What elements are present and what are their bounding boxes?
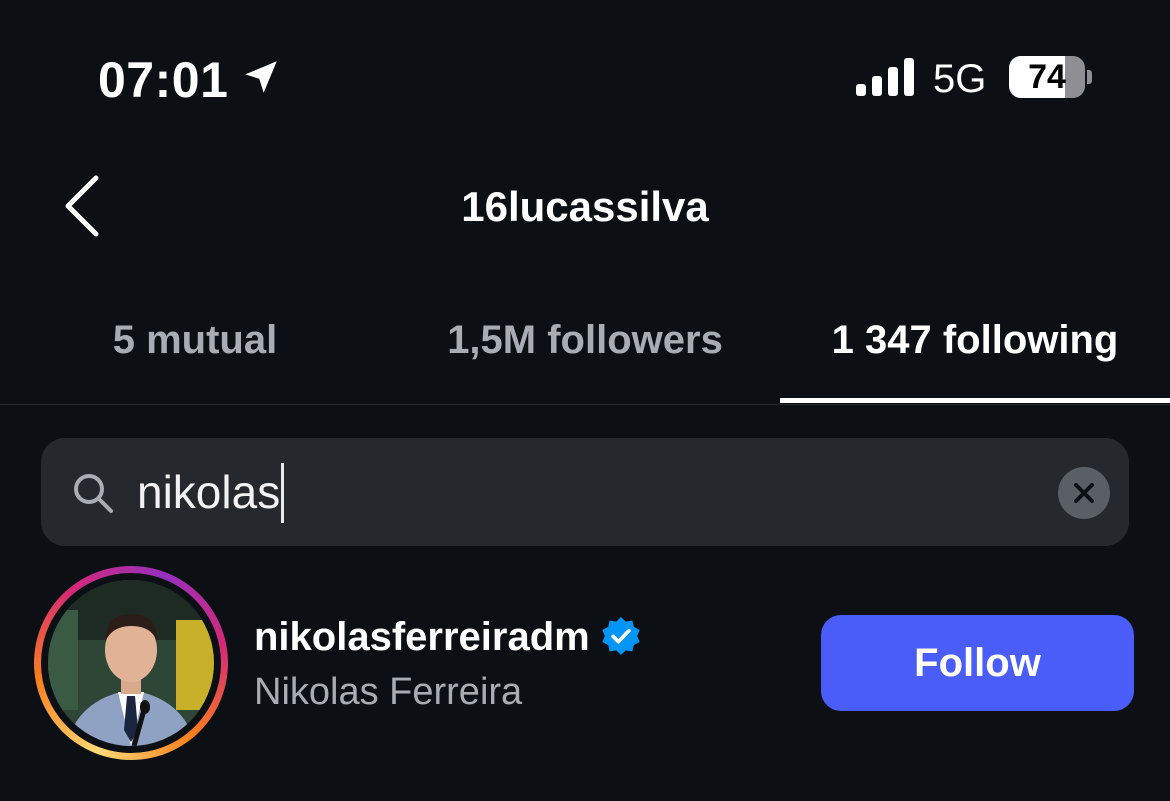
battery-cap [1087,70,1092,84]
text-caret [281,462,285,523]
tab-mutual[interactable]: 5 mutual [0,290,390,400]
status-time: 07:01 [98,52,229,108]
avatar [48,580,214,746]
location-arrow-icon [245,61,277,93]
profile-photo [48,580,214,746]
page-title: 16lucassilva [461,183,709,230]
clear-search-button[interactable] [1058,467,1110,519]
search-bar[interactable]: nikolas [41,438,1129,546]
status-bar: 07:01 5G 74 [0,0,1170,140]
active-tab-indicator [780,398,1170,403]
chevron-left-icon [65,175,99,237]
search-icon [74,474,113,513]
tab-following[interactable]: 1 347 following [780,290,1170,400]
back-button[interactable] [56,170,116,242]
list-item[interactable]: nikolasferreiradm Nikolas Ferreira Follo… [0,560,1170,770]
tab-bar: 5 mutual 1,5M followers 1 347 following [0,290,1170,405]
search-query: nikolas [137,466,281,518]
tab-followers[interactable]: 1,5M followers [390,290,780,400]
battery-percent: 74 [1028,58,1066,96]
follow-button[interactable]: Follow [821,615,1134,711]
search-input[interactable]: nikolas [137,458,1017,526]
cellular-signal-icon [856,58,914,96]
username-line: nikolasferreiradm [254,612,642,662]
verified-badge-icon [602,617,640,655]
network-type: 5G [933,57,987,101]
full-name: Nikolas Ferreira [254,671,523,713]
clear-icon [1074,483,1094,503]
battery-indicator: 74 [1009,56,1085,98]
username[interactable]: nikolasferreiradm [254,612,590,662]
story-ring[interactable] [34,566,228,760]
